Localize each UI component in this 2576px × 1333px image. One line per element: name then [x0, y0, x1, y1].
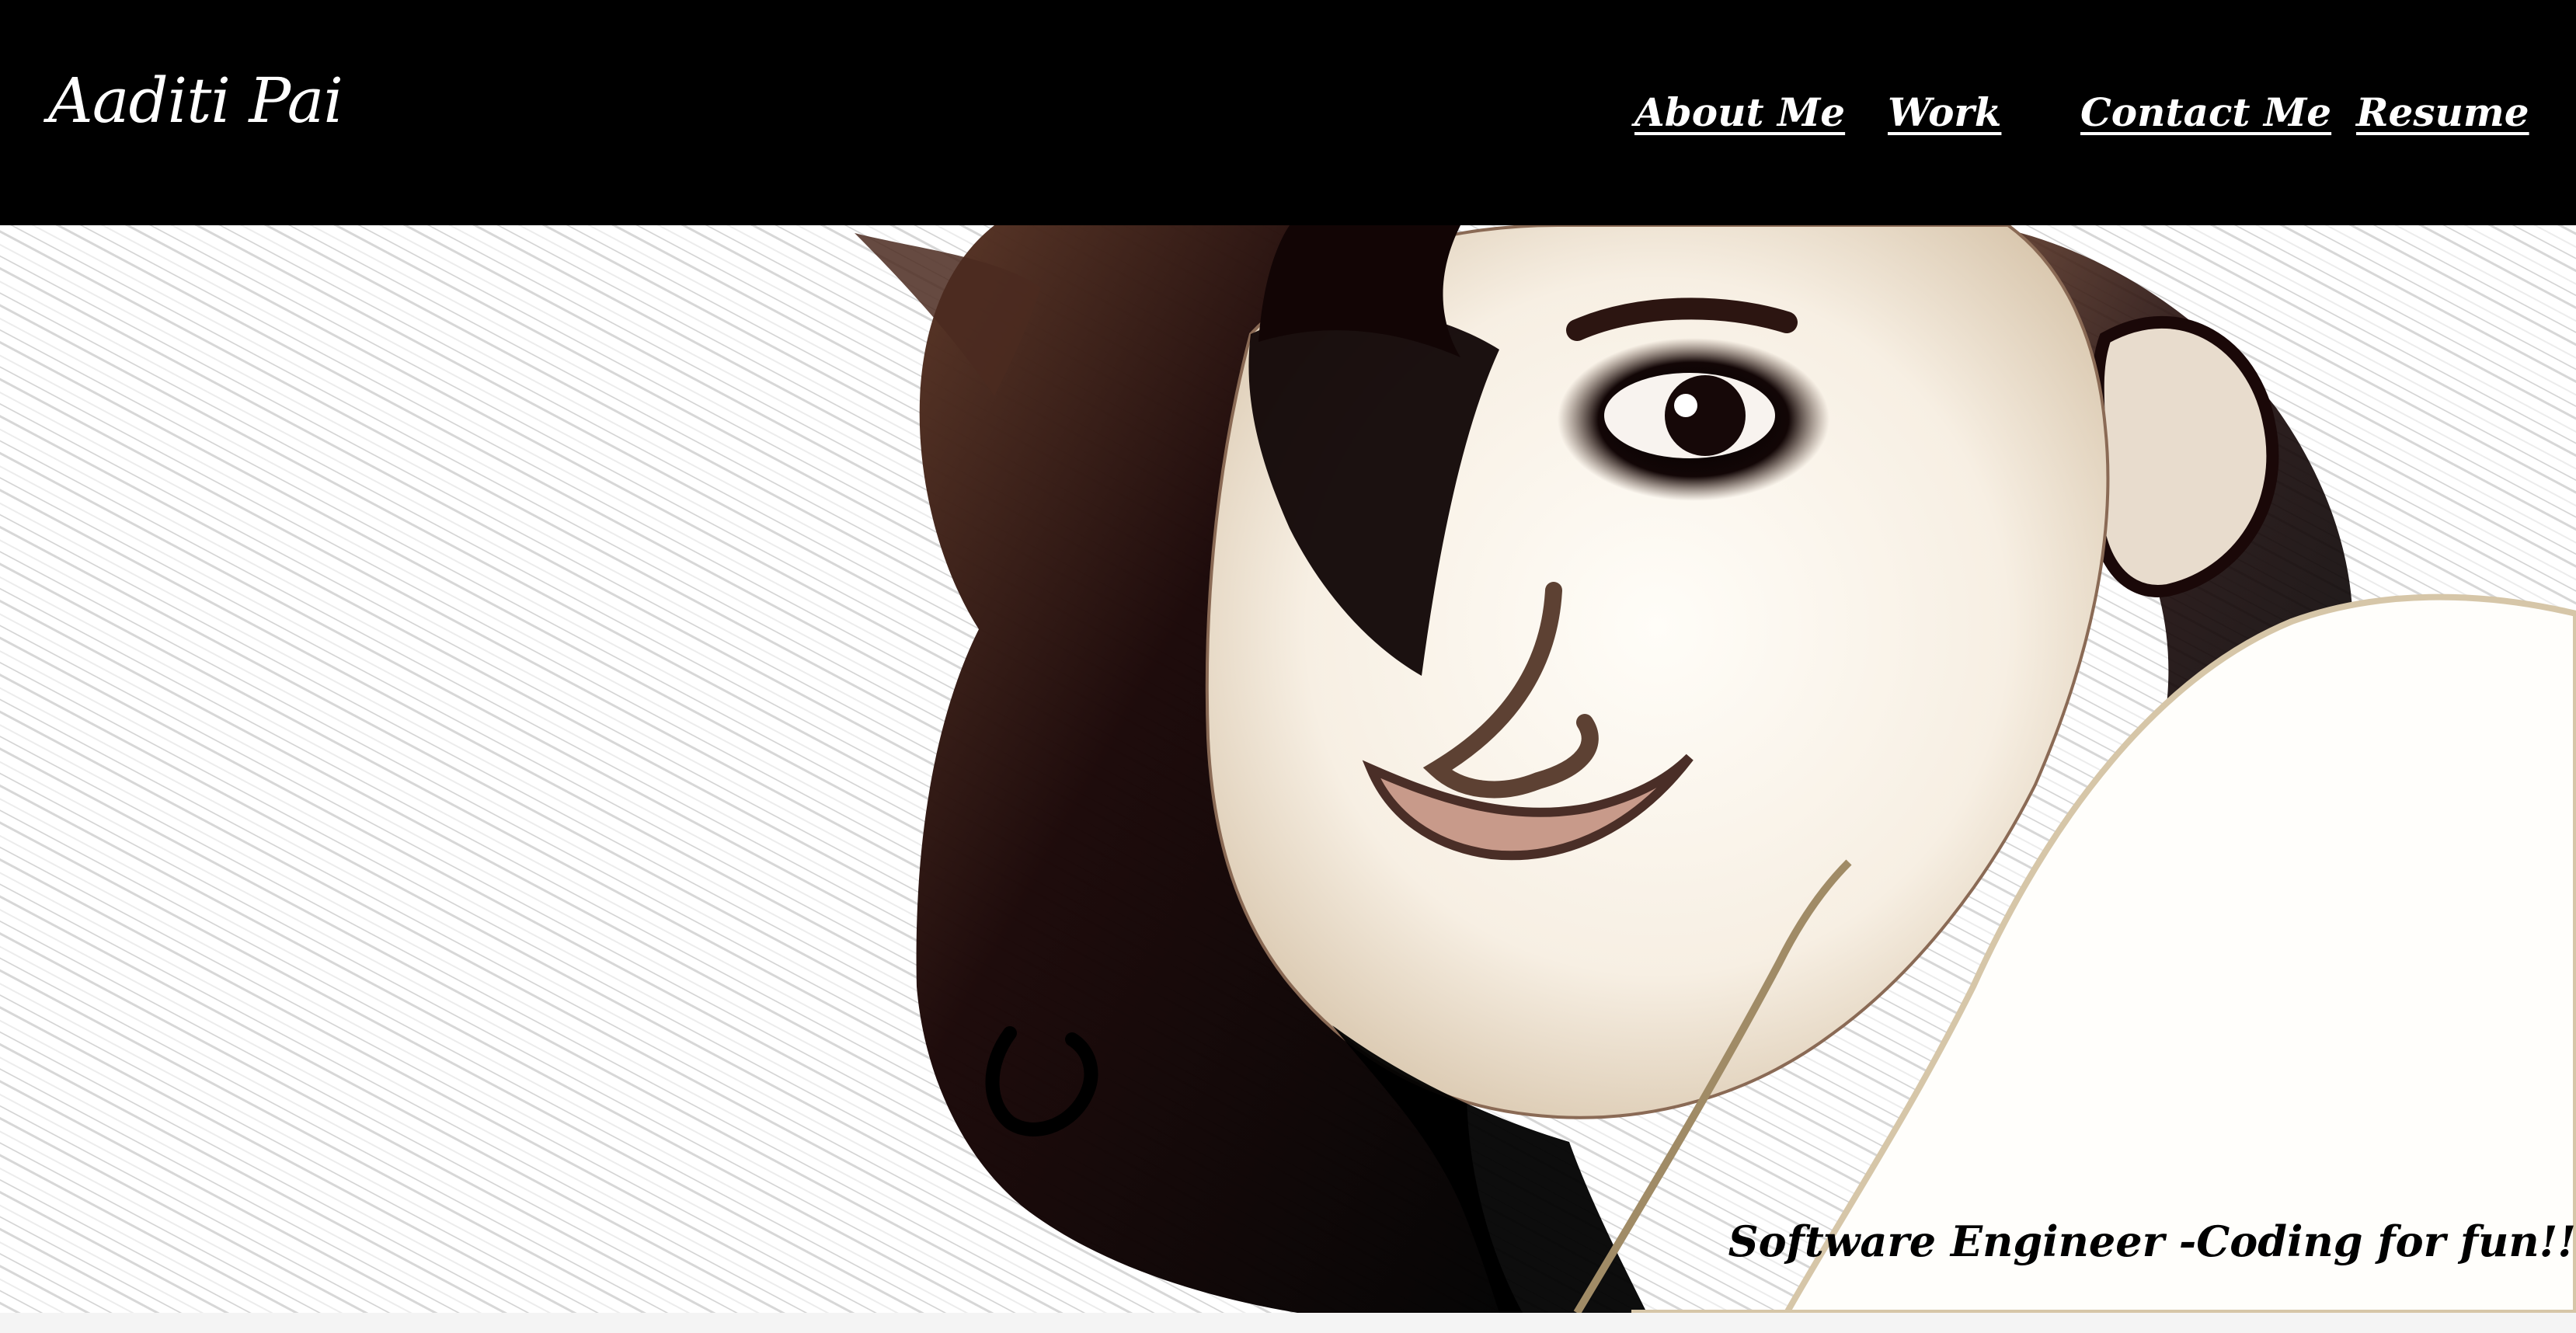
nav-about-me[interactable]: About Me	[1634, 85, 1845, 140]
bottom-strip	[0, 1313, 2576, 1333]
portrait-sketch-image	[0, 225, 2576, 1313]
hero-tagline: Software Engineer -Coding for fun!!	[1728, 1216, 2576, 1266]
hero-section	[0, 225, 2576, 1313]
nav-work[interactable]: Work	[1888, 85, 2001, 140]
site-title[interactable]: Aaditi Pai	[48, 62, 343, 140]
nav-contact-me[interactable]: Contact Me	[2080, 85, 2331, 140]
nav-resume[interactable]: Resume	[2356, 85, 2529, 140]
site-header: Aaditi Pai About Me Work Contact Me Resu…	[0, 0, 2576, 225]
